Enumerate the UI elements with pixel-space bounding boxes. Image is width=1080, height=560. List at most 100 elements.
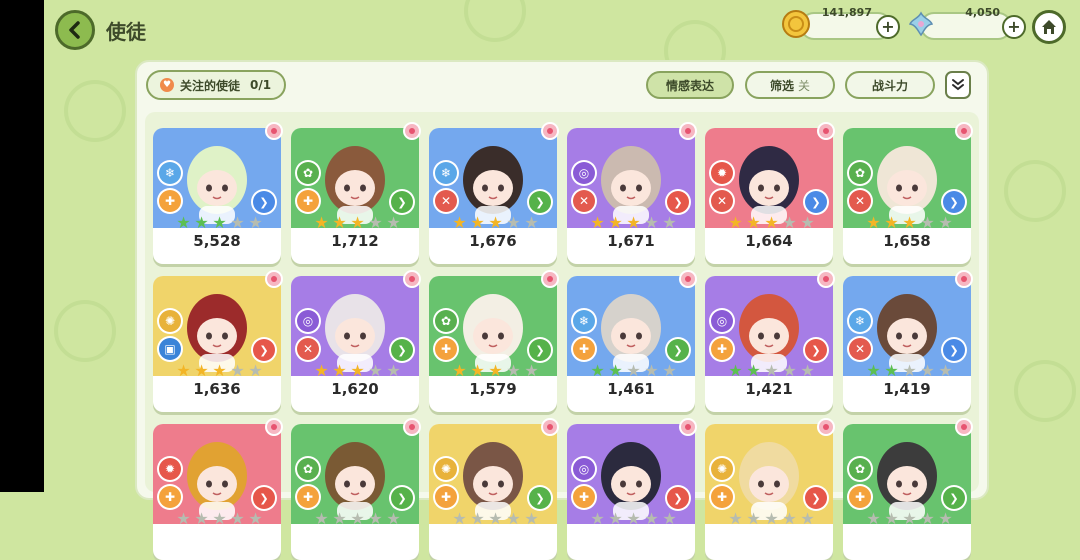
element-icon: ✹ — [711, 162, 733, 184]
type-icon: ❯ — [391, 487, 413, 509]
apostle-grid: ❄ ✚ ❯ ★ ★ ★ ★ ★ 5,528 ✿ ✚ ❯ ★ ★ ★ ★ ★ 1,712 ❄ ✕ ❯ ★ ★ ★ ★ ★ 1,676 ◎… — [145, 112, 979, 560]
apostle-card[interactable]: ❄ ✚ ❯ ★ ★ ★ ★ ★ 1,461 — [567, 276, 695, 412]
element-icon: ✺ — [711, 458, 733, 480]
star-rating: ★ ★ ★ ★ ★ — [313, 510, 403, 527]
star-filled-icon: ★ — [626, 213, 641, 232]
element-icon: ❄ — [849, 310, 871, 332]
star-empty-icon: ★ — [248, 509, 263, 528]
apostle-card[interactable]: ✹ ✕ ❯ ★ ★ ★ ★ ★ 1,664 — [705, 128, 833, 264]
collapse-button[interactable] — [945, 71, 971, 99]
star-rating: ★ ★ ★ ★ ★ — [175, 509, 265, 528]
element-icon: ✿ — [849, 458, 871, 480]
apostle-card[interactable]: ◎ ✕ ❯ ★ ★ ★ ★ ★ 1,620 — [291, 276, 419, 412]
combat-power: 1,676 — [469, 232, 517, 250]
flower-badge-icon — [955, 418, 973, 436]
flower-badge-icon — [265, 270, 283, 288]
star-rating: ★ ★ ★ ★ ★ — [451, 510, 541, 527]
combat-power: 1,658 — [883, 232, 931, 250]
element-icon: ❄ — [573, 310, 595, 332]
role-icon: ✚ — [159, 190, 181, 212]
star-filled-icon: ★ — [194, 213, 209, 232]
star-filled-icon: ★ — [314, 213, 329, 232]
star-filled-icon: ★ — [902, 213, 917, 232]
flower-badge-icon — [403, 418, 421, 436]
apostle-card[interactable]: ◎ ✚ ❯ ★ ★ ★ ★ ★ — [567, 424, 695, 560]
element-icon: ✿ — [297, 162, 319, 184]
star-empty-icon: ★ — [902, 361, 917, 380]
type-icon: ❯ — [943, 487, 965, 509]
apostle-card[interactable]: ✿ ✕ ❯ ★ ★ ★ ★ ★ 1,658 — [843, 128, 971, 264]
star-rating: ★ ★ ★ ★ ★ — [175, 361, 265, 380]
star-rating: ★ ★ ★ ★ ★ — [451, 214, 541, 231]
star-rating: ★ ★ ★ ★ ★ — [727, 361, 817, 380]
combat-power: 1,636 — [193, 380, 241, 398]
followed-filter-button[interactable]: ♥ 关注的使徒 0/1 — [146, 70, 286, 100]
sort-button[interactable]: 战斗力 — [845, 71, 935, 99]
character-portrait — [463, 294, 523, 372]
character-portrait — [463, 442, 523, 520]
combat-power: 1,461 — [607, 380, 655, 398]
apostle-card[interactable]: ✺ ✚ ❯ ★ ★ ★ ★ ★ — [705, 424, 833, 560]
apostle-card[interactable]: ❄ ✕ ❯ ★ ★ ★ ★ ★ 1,419 — [843, 276, 971, 412]
character-portrait — [601, 146, 661, 224]
type-icon: ❯ — [253, 487, 275, 509]
star-filled-icon: ★ — [212, 361, 227, 380]
home-button[interactable] — [1032, 10, 1066, 44]
filter-state: 关 — [798, 78, 811, 93]
star-empty-icon: ★ — [746, 509, 761, 528]
followed-label: 关注的使徒 — [180, 78, 241, 93]
star-filled-icon: ★ — [746, 361, 761, 380]
back-button[interactable] — [55, 10, 95, 50]
heart-icon: ♥ — [160, 78, 174, 92]
flower-badge-icon — [541, 270, 559, 288]
star-rating: ★ ★ ★ ★ ★ — [589, 509, 679, 528]
flower-badge-icon — [817, 270, 835, 288]
star-rating: ★ ★ ★ ★ ★ — [865, 361, 955, 380]
character-portrait — [325, 442, 385, 520]
gold-coin-icon — [780, 8, 812, 40]
role-icon: ✚ — [573, 486, 595, 508]
star-empty-icon: ★ — [662, 213, 677, 232]
star-filled-icon: ★ — [746, 213, 761, 232]
star-filled-icon: ★ — [608, 213, 623, 232]
type-icon: ❯ — [529, 487, 551, 509]
star-empty-icon: ★ — [920, 213, 935, 232]
element-icon: ✿ — [435, 310, 457, 332]
emotion-button[interactable]: 情感表达 — [646, 71, 734, 99]
type-icon: ❯ — [391, 191, 413, 213]
apostle-card[interactable]: ✿ ✚ ❯ ★ ★ ★ ★ ★ 1,712 — [291, 128, 419, 264]
combat-power: 1,620 — [331, 380, 379, 398]
flower-badge-icon — [541, 122, 559, 140]
add-crystal-button[interactable]: + — [1002, 15, 1026, 39]
star-filled-icon: ★ — [608, 361, 623, 380]
star-empty-icon: ★ — [764, 361, 779, 380]
apostle-card[interactable]: ✹ ✚ ❯ ★ ★ ★ ★ ★ — [153, 424, 281, 560]
type-icon: ❯ — [667, 487, 689, 509]
element-icon: ✹ — [159, 458, 181, 480]
apostle-card[interactable]: ✺ ✚ ❯ ★ ★ ★ ★ ★ — [429, 424, 557, 560]
star-empty-icon: ★ — [590, 509, 605, 528]
star-filled-icon: ★ — [176, 213, 191, 232]
star-empty-icon: ★ — [938, 509, 953, 528]
star-filled-icon: ★ — [314, 361, 329, 380]
apostle-card[interactable]: ❄ ✕ ❯ ★ ★ ★ ★ ★ 1,676 — [429, 128, 557, 264]
flower-badge-icon — [403, 270, 421, 288]
star-filled-icon: ★ — [728, 213, 743, 232]
star-filled-icon: ★ — [350, 213, 365, 232]
apostle-card[interactable]: ✿ ✚ ❯ ★ ★ ★ ★ ★ — [291, 424, 419, 560]
apostle-card[interactable]: ✿ ✚ ❯ ★ ★ ★ ★ ★ 1,579 — [429, 276, 557, 412]
character-portrait — [187, 146, 247, 224]
star-empty-icon: ★ — [230, 361, 245, 380]
filter-button[interactable]: 筛选 关 — [745, 71, 835, 99]
type-icon: ❯ — [805, 487, 827, 509]
apostle-card[interactable]: ◎ ✕ ❯ ★ ★ ★ ★ ★ 1,671 — [567, 128, 695, 264]
add-gold-button[interactable]: + — [876, 15, 900, 39]
crystal-icon — [905, 8, 937, 40]
apostle-card[interactable]: ◎ ✚ ❯ ★ ★ ★ ★ ★ 1,421 — [705, 276, 833, 412]
gold-value: 141,897 — [821, 6, 872, 19]
combat-power: 1,579 — [469, 380, 517, 398]
apostle-card[interactable]: ✺ ▣ ❯ ★ ★ ★ ★ ★ 1,636 — [153, 276, 281, 412]
role-icon: ✕ — [435, 190, 457, 212]
apostle-card[interactable]: ✿ ✚ ❯ ★ ★ ★ ★ ★ — [843, 424, 971, 560]
apostle-card[interactable]: ❄ ✚ ❯ ★ ★ ★ ★ ★ 5,528 — [153, 128, 281, 264]
